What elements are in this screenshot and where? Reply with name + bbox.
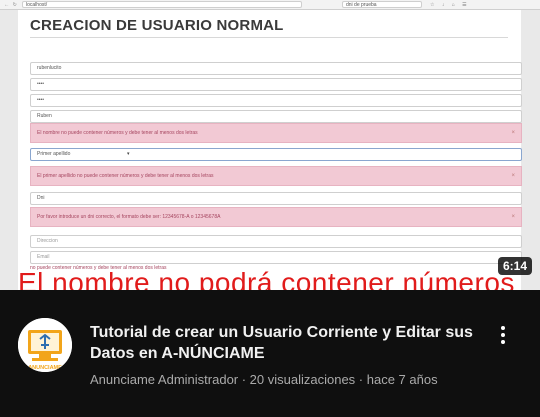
close-icon: × [511,173,515,179]
channel-logo: ANUNCIAME [18,318,72,372]
duration-badge: 6:14 [497,257,532,275]
password-confirm-field: •••• [30,94,522,107]
name-error-text: El nombre no puede contener números y de… [37,130,198,136]
browser-nav-icons: ← ↻ [4,1,18,8]
close-icon: × [511,130,515,136]
address-field: Direccion [30,235,522,248]
email-field: Email [30,251,522,264]
close-icon: × [511,214,515,220]
browser-toolbar: ← ↻ localhost/ dni de prueba ☆ ↓ ⌂ ☰ [0,0,540,10]
name-error-alert: El nombre no puede contener números y de… [30,123,522,143]
dni-error-text: Por favor introduce un dni correcto, el … [37,214,221,220]
video-info: ANUNCIAME Tutorial de crear un Usuario C… [0,290,540,417]
video-title[interactable]: Tutorial de crear un Usuario Corriente y… [90,322,490,364]
browser-search-box: dni de prueba [342,1,422,8]
more-vert-icon[interactable] [496,324,510,346]
username-field: rubenlucito [30,62,522,75]
channel-avatar[interactable]: ANUNCIAME [18,318,72,372]
password-field: •••• [30,78,522,91]
form-title: CREACION DE USUARIO NORMAL [30,17,284,34]
title-divider [30,37,508,38]
surname-select-value: Primer apellido [37,151,71,157]
name-field: Ruben [30,110,522,123]
video-thumbnail[interactable]: ← ↻ localhost/ dni de prueba ☆ ↓ ⌂ ☰ CRE… [0,0,540,290]
video-meta: Anunciame Administrador · 20 visualizaci… [90,372,438,387]
dni-field: Dni [30,192,522,205]
channel-logo-text: ANUNCIAME [28,365,62,371]
form-page: CREACION DE USUARIO NORMAL rubenlucito •… [18,10,522,290]
video-caption: El nombre no podrá contener números y [18,265,521,290]
address-bar: localhost/ [22,1,302,8]
surname-error-text: El primer apellido no puede contener núm… [37,173,214,179]
dni-error-alert: Por favor introduce un dni correcto, el … [30,207,522,227]
browser-tool-icons: ☆ ↓ ⌂ ☰ [430,1,470,8]
youtube-video-card[interactable]: ← ↻ localhost/ dni de prueba ☆ ↓ ⌂ ☰ CRE… [0,0,540,417]
chevron-down-icon: ▾ [127,151,130,157]
surname-select: Primer apellido ▾ [30,148,522,161]
surname-error-alert: El primer apellido no puede contener núm… [30,166,522,186]
caption-text: El nombre no podrá contener números y [18,267,521,290]
